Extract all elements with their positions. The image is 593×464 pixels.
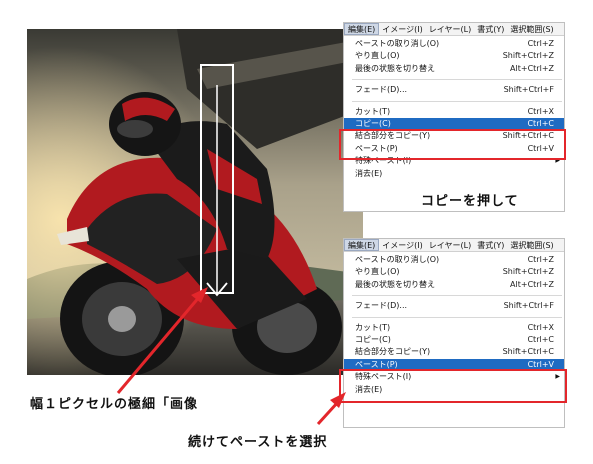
menu-item-shortcut: Ctrl+C: [527, 334, 554, 344]
menu-item-label: やり直し(O): [355, 51, 400, 61]
menu-item-undo-paste[interactable]: ペーストの取り消し(O) Ctrl+Z: [344, 254, 564, 266]
menu-separator: [352, 316, 562, 318]
menu-separator: [352, 79, 562, 81]
menubar-edit[interactable]: 編集(E): [344, 23, 380, 35]
menu-item-shortcut: Ctrl+Z: [527, 255, 554, 264]
menu-item-label: 消去(E): [355, 168, 383, 178]
menu-item-paste[interactable]: ペースト(P) Ctrl+V: [344, 143, 564, 155]
menu-item-label: コピー(C): [355, 334, 391, 344]
menubar-image[interactable]: イメージ(I): [379, 239, 425, 251]
menu-item-label: やり直し(O): [355, 267, 400, 277]
menu-item-redo[interactable]: やり直し(O) Shift+Ctrl+Z: [344, 50, 564, 62]
menu-separator: [352, 295, 562, 297]
menu-item-copy[interactable]: コピー(C) Ctrl+C: [344, 334, 564, 346]
menu-item-redo[interactable]: やり直し(O) Shift+Ctrl+Z: [344, 266, 564, 278]
menu-item-cut[interactable]: カット(T) Ctrl+X: [344, 106, 564, 118]
menu-item-paste-special[interactable]: 特殊ペースト(I) ▶: [344, 371, 564, 383]
arrow-to-paste-icon: [316, 392, 346, 426]
copy-instruction-text: コピーを押して: [421, 194, 519, 209]
menubar-image[interactable]: イメージ(I): [379, 23, 425, 35]
menu-item-clear[interactable]: 消去(E): [344, 168, 564, 180]
menu-separator: [352, 100, 562, 102]
menu-item-shortcut: Ctrl+V: [527, 359, 554, 369]
menu-item-label: 結合部分をコピー(Y): [355, 131, 431, 141]
menu-item-shortcut: Shift+Ctrl+Z: [502, 51, 554, 61]
menu-item-cut[interactable]: カット(T) Ctrl+X: [344, 322, 564, 334]
menu-item-label: 結合部分をコピー(Y): [355, 347, 431, 357]
menu-item-label: コピー(C): [355, 118, 391, 128]
menu-item-shortcut: Ctrl+X: [527, 106, 554, 116]
menu-item-shortcut: Shift+Ctrl+C: [502, 131, 554, 141]
menu-item-toggle-last-state[interactable]: 最後の状態を切り替え Alt+Ctrl+Z: [344, 279, 564, 291]
edit-menu-paste: 編集(E) イメージ(I) レイヤー(L) 書式(Y) 選択範囲(S) ペースト…: [343, 238, 565, 428]
motorcycle-illustration: [27, 29, 363, 375]
menu-item-label: 特殊ペースト(I): [355, 156, 412, 166]
menu-item-shortcut: Shift+Ctrl+Z: [502, 267, 554, 277]
menu-item-undo-paste[interactable]: ペーストの取り消し(O) Ctrl+Z: [344, 38, 564, 50]
menubar-select[interactable]: 選択範囲(S): [507, 23, 556, 35]
menubar-select[interactable]: 選択範囲(S): [507, 239, 556, 251]
menubar-edit[interactable]: 編集(E): [344, 239, 380, 251]
menu-item-label: フェード(D)...: [355, 301, 408, 311]
menubar-format[interactable]: 書式(Y): [474, 239, 507, 251]
menu-item-label: ペースト(P): [355, 359, 398, 369]
menu-item-label: ペースト(P): [355, 143, 398, 153]
menubar-layer[interactable]: レイヤー(L): [426, 23, 474, 35]
menu-item-copy[interactable]: コピー(C) Ctrl+C: [344, 117, 564, 131]
menu-item-fade[interactable]: フェード(D)... Shift+Ctrl+F: [344, 300, 564, 312]
menubar-format[interactable]: 書式(Y): [474, 23, 507, 35]
menubar: 編集(E) イメージ(I) レイヤー(L) 書式(Y) 選択範囲(S): [344, 23, 564, 36]
menu-item-paste[interactable]: ペースト(P) Ctrl+V: [344, 358, 564, 372]
menu-item-copy-merged[interactable]: 結合部分をコピー(Y) Shift+Ctrl+C: [344, 346, 564, 358]
menu-item-shortcut: Ctrl+C: [527, 118, 554, 128]
menu-item-label: カット(T): [355, 106, 391, 116]
menu-item-shortcut: Shift+Ctrl+F: [503, 301, 554, 311]
paste-instruction-text: 続けてペーストを選択: [188, 435, 328, 450]
menubar-layer[interactable]: レイヤー(L): [426, 239, 474, 251]
strip-image-caption: 幅１ピクセルの極細「画像: [30, 397, 199, 412]
menu-item-label: フェード(D)...: [355, 85, 408, 95]
menu-item-label: 消去(E): [355, 384, 383, 394]
menu-item-shortcut: Shift+Ctrl+C: [502, 347, 554, 357]
menubar: 編集(E) イメージ(I) レイヤー(L) 書式(Y) 選択範囲(S): [344, 239, 564, 252]
menu-item-label: ペーストの取り消し(O): [355, 39, 440, 48]
menu-item-shortcut: Alt+Ctrl+Z: [510, 63, 554, 73]
menu-item-toggle-last-state[interactable]: 最後の状態を切り替え Alt+Ctrl+Z: [344, 63, 564, 75]
menu-item-clear[interactable]: 消去(E): [344, 384, 564, 396]
menu-item-shortcut: Shift+Ctrl+F: [503, 85, 554, 95]
menu-item-shortcut: Ctrl+Z: [527, 39, 554, 48]
menu-item-label: 最後の状態を切り替え: [355, 63, 435, 73]
menu-item-fade[interactable]: フェード(D)... Shift+Ctrl+F: [344, 84, 564, 96]
menu-item-copy-merged[interactable]: 結合部分をコピー(Y) Shift+Ctrl+C: [344, 130, 564, 142]
menu-item-shortcut: Ctrl+V: [527, 143, 554, 153]
menu-item-label: カット(T): [355, 322, 391, 332]
menu-item-label: 最後の状態を切り替え: [355, 279, 435, 289]
submenu-arrow-icon: ▶: [555, 157, 560, 165]
submenu-arrow-icon: ▶: [555, 373, 560, 381]
motorcycle-photo: [27, 29, 363, 375]
menu-item-shortcut: Alt+Ctrl+Z: [510, 279, 554, 289]
menu-item-label: 特殊ペースト(I): [355, 372, 412, 382]
menu-item-shortcut: Ctrl+X: [527, 322, 554, 332]
edit-menu-copy: 編集(E) イメージ(I) レイヤー(L) 書式(Y) 選択範囲(S) ペースト…: [343, 22, 565, 212]
menu-item-label: ペーストの取り消し(O): [355, 255, 440, 264]
menu-item-paste-special[interactable]: 特殊ペースト(I) ▶: [344, 155, 564, 167]
